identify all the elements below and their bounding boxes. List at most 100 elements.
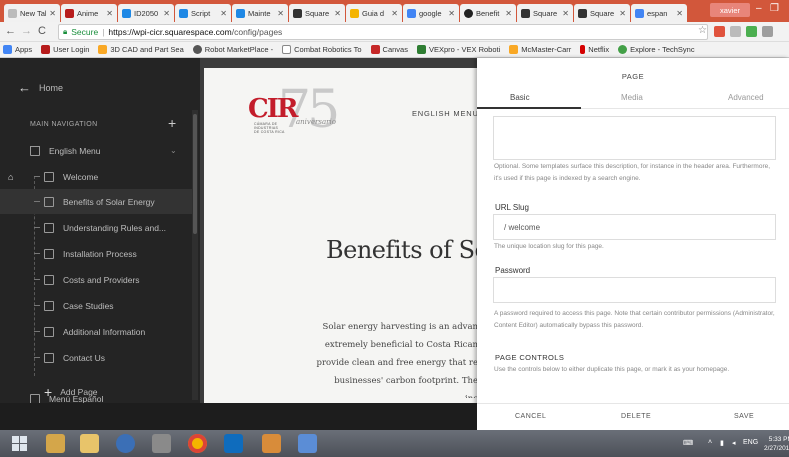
sidebar-item-installation[interactable]: Installation Process: [0, 241, 192, 266]
system-clock[interactable]: 5:33 PM 2/27/2017: [764, 435, 789, 453]
add-page-plus-icon[interactable]: +: [168, 115, 176, 131]
sidebar-item-contact[interactable]: Contact Us: [0, 345, 192, 370]
taskbar-app-icon[interactable]: [116, 434, 135, 453]
section-label: MAIN NAVIGATION: [30, 121, 98, 128]
taskbar-app-icon[interactable]: [152, 434, 171, 453]
close-icon[interactable]: ✕: [277, 9, 284, 18]
reload-icon[interactable]: C: [38, 25, 46, 37]
close-icon[interactable]: ✕: [562, 9, 569, 18]
browser-tab[interactable]: New Tab ✕: [4, 4, 60, 22]
minimize-icon[interactable]: –: [756, 3, 762, 14]
page-settings-panel: PAGE Basic Media Advanced Optional. Some…: [477, 58, 789, 430]
extension-icon[interactable]: [762, 26, 773, 37]
browser-tab-active[interactable]: Benefit ✕: [460, 4, 516, 22]
sidebar-item-case-studies[interactable]: Case Studies: [0, 293, 192, 318]
sidebar-item-understanding-rules[interactable]: Understanding Rules and...: [0, 215, 192, 240]
password-label: Password: [495, 266, 531, 275]
browser-tab[interactable]: Square ✕: [574, 4, 630, 22]
sidebar-scrollbar[interactable]: [192, 110, 198, 400]
restore-icon[interactable]: ❐: [770, 3, 779, 14]
delete-button[interactable]: DELETE: [621, 413, 651, 420]
bookmark-item[interactable]: 3D CAD and Part Sea: [98, 45, 184, 54]
chrome-icon[interactable]: [188, 434, 207, 453]
bookmark-item[interactable]: VEXpro - VEX Roboti: [416, 45, 500, 54]
browser-tab[interactable]: ID2050 ✕: [118, 4, 174, 22]
extension-icon[interactable]: [730, 26, 741, 37]
close-icon[interactable]: ✕: [334, 9, 341, 18]
description-textarea[interactable]: [493, 116, 776, 160]
close-icon[interactable]: ✕: [619, 9, 626, 18]
bookmark-item[interactable]: User Login: [41, 45, 89, 54]
close-icon[interactable]: ✕: [49, 9, 56, 18]
preview-page[interactable]: 75 CIR aniversario CÁMARA DE INDUSTRIAS …: [204, 68, 477, 403]
browser-tab[interactable]: Script ✕: [175, 4, 231, 22]
sidebar-item-english-menu[interactable]: English Menu ⌄: [0, 138, 192, 163]
bookmark-item[interactable]: Combat Robotics To: [282, 45, 362, 54]
close-icon[interactable]: ✕: [505, 9, 512, 18]
browser-tab[interactable]: google ✕: [403, 4, 459, 22]
windows-start-icon[interactable]: [12, 436, 27, 451]
sidebar-item-additional-info[interactable]: Additional Information: [0, 319, 192, 344]
close-icon[interactable]: ✕: [106, 9, 113, 18]
taskbar-app-icon[interactable]: [262, 434, 281, 453]
keyboard-icon[interactable]: ⌨: [683, 439, 693, 447]
chevron-up-icon[interactable]: ˄: [708, 439, 712, 446]
bookmark-star-icon[interactable]: ☆: [698, 25, 707, 36]
extension-icon[interactable]: [746, 26, 757, 37]
network-icon[interactable]: ▮: [720, 439, 724, 447]
close-icon[interactable]: ✕: [676, 9, 683, 18]
browser-tab[interactable]: Square ✕: [517, 4, 573, 22]
site-nav-english-menu[interactable]: ENGLISH MENU: [412, 109, 477, 118]
sidebar-item-benefits[interactable]: Benefits of Solar Energy: [0, 189, 192, 214]
volume-icon[interactable]: ◂: [732, 439, 736, 447]
browser-tab[interactable]: espan ✕: [631, 4, 687, 22]
password-input[interactable]: [493, 277, 776, 303]
url-slug-help: The unique location slug for this page.: [494, 243, 604, 250]
outlook-icon[interactable]: [224, 434, 243, 453]
bookmark-item[interactable]: Apps: [3, 45, 32, 54]
folder-icon: [30, 145, 40, 156]
close-icon[interactable]: ✕: [220, 9, 227, 18]
bookmark-item[interactable]: McMaster-Carr: [509, 45, 571, 54]
tab-favicon-icon: [407, 8, 416, 18]
cancel-button[interactable]: CANCEL: [515, 413, 546, 420]
url-input[interactable]: 🔒︎ Secure | https://wpi-cicr.squarespace…: [58, 24, 708, 40]
bookmark-item[interactable]: Netflix: [580, 45, 609, 54]
chevron-down-icon[interactable]: ⌄: [170, 146, 177, 155]
sidebar-item-welcome[interactable]: ⌂ Welcome: [0, 164, 192, 189]
back-to-home-link[interactable]: ← Home: [18, 80, 63, 95]
file-explorer-icon[interactable]: [80, 434, 99, 453]
scrollbar-thumb[interactable]: [193, 114, 197, 234]
bookmark-item[interactable]: Robot MarketPlace -: [192, 45, 273, 54]
extension-icon[interactable]: [714, 26, 725, 37]
taskbar-app-icon[interactable]: [298, 434, 317, 453]
tab-media[interactable]: Media: [621, 93, 643, 102]
browser-tab[interactable]: Mainte ✕: [232, 4, 288, 22]
tab-favicon-icon: [179, 8, 188, 18]
back-arrow-icon[interactable]: ←: [5, 25, 16, 37]
url-slug-input[interactable]: / welcome: [493, 214, 776, 240]
browser-user-badge[interactable]: xavier: [710, 3, 750, 17]
tab-basic[interactable]: Basic: [510, 93, 530, 102]
bookmark-item[interactable]: Canvas: [370, 45, 408, 54]
bookmark-favicon-icon: [41, 45, 51, 54]
forward-arrow-icon[interactable]: →: [21, 25, 32, 37]
address-bar: ← → C 🔒︎ Secure | https://wpi-cicr.squar…: [0, 22, 789, 42]
bookmark-item[interactable]: Explore - TechSync: [618, 45, 695, 54]
close-icon[interactable]: ✕: [163, 9, 170, 18]
taskbar-app-icon[interactable]: [46, 434, 65, 453]
language-indicator[interactable]: ENG: [743, 439, 758, 446]
sidebar-item-costs[interactable]: Costs and Providers: [0, 267, 192, 292]
bookmark-favicon-icon: [98, 45, 108, 54]
browser-tab[interactable]: Guia d ✕: [346, 4, 402, 22]
browser-tab[interactable]: Anime ✕: [61, 4, 117, 22]
page-icon: [44, 248, 54, 259]
save-button[interactable]: SAVE: [734, 413, 754, 420]
close-icon[interactable]: ✕: [391, 9, 398, 18]
bookmark-favicon-icon: [192, 45, 202, 54]
browser-tab[interactable]: Square ✕: [289, 4, 345, 22]
sidebar-item-spanish-menu[interactable]: Menú Español: [0, 394, 192, 403]
tab-advanced[interactable]: Advanced: [728, 93, 764, 102]
close-icon[interactable]: ✕: [448, 9, 455, 18]
site-logo[interactable]: 75 CIR aniversario CÁMARA DE INDUSTRIAS …: [248, 80, 340, 144]
